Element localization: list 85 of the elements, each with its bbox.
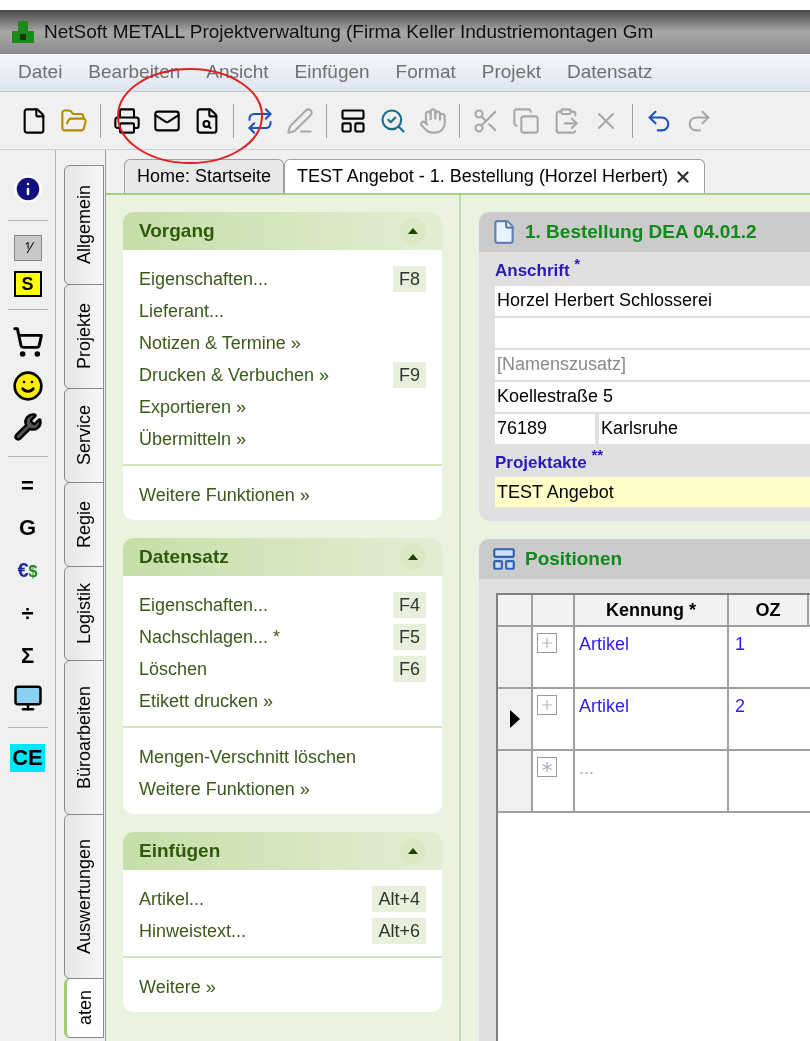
glyph-icon[interactable]: = [21, 471, 34, 501]
cart-icon[interactable] [11, 326, 44, 358]
record-title: 1. Bestellung DEA 04.01.2 [525, 219, 757, 244]
shortcut-label: Alt+6 [372, 918, 426, 944]
section-title: Datensatz [139, 544, 229, 569]
shortcut-label: F4 [393, 592, 426, 618]
monitor-icon[interactable] [12, 683, 43, 713]
task-link[interactable]: Drucken & Verbuchen » [139, 361, 330, 389]
task-link[interactable]: Mengen-Verschnitt löschen [139, 743, 357, 771]
smiley-icon[interactable] [11, 370, 44, 402]
task-link[interactable]: Eigenschaften... [139, 265, 269, 293]
s-icon[interactable]: S [13, 271, 42, 297]
window-title: NetSoft METALL Projektverwaltung (Firma Keller Industriemontagen Gm [44, 19, 654, 44]
text-field[interactable]: Karlsruhe [599, 413, 810, 444]
glyph-icon[interactable]: G [18, 513, 37, 543]
task-link[interactable]: Eigenschaften... [139, 591, 269, 619]
task-link[interactable]: Hinweistext... [139, 917, 247, 945]
task-link[interactable]: Weitere » [139, 973, 216, 1001]
side-tab[interactable]: Logistik [64, 566, 104, 661]
info-icon[interactable] [12, 174, 43, 204]
current-row-icon [509, 710, 520, 728]
fraction-icon[interactable]: ⅟ [13, 235, 42, 261]
column-header[interactable]: Kennung * [575, 595, 729, 625]
text-field[interactable]: Horzel Herbert Schlosserei [495, 285, 810, 316]
side-tab[interactable]: Service [64, 388, 104, 483]
text-field[interactable]: TEST Angebot [495, 477, 810, 507]
field-label: Anschrift $^{*}$ [495, 258, 582, 282]
text-field[interactable]: Koellestraße 5 [495, 381, 810, 412]
menu-item[interactable]: Datei [18, 58, 63, 87]
table-icon [491, 546, 517, 572]
shortcut-label: F6 [393, 656, 426, 682]
collapse-button[interactable] [400, 838, 426, 864]
column-header[interactable]: OZ [729, 595, 809, 625]
collapse-button[interactable] [400, 218, 426, 244]
collapse-button[interactable] [400, 544, 426, 570]
name-suffix-field[interactable]: [Namenszusatz] [495, 349, 810, 380]
expand-icon[interactable] [537, 695, 557, 715]
document-tab[interactable]: TEST Angebot - 1. Bestellung (Horzel Herbert) [284, 159, 705, 193]
table-cell-text: 1 [734, 633, 746, 656]
document-tab[interactable]: Home: Startseite [124, 159, 285, 193]
task-link[interactable]: Exportieren » [139, 393, 247, 421]
ce-icon[interactable]: CE [10, 744, 45, 772]
section-title: Vorgang [139, 218, 215, 243]
table-cell: ... [575, 751, 729, 811]
field-label: Projektakte $^{**}$ [495, 449, 605, 474]
menu-item[interactable]: Einfügen [294, 58, 370, 87]
side-tab[interactable]: Projekte [64, 284, 104, 389]
shortcut-label: F8 [393, 266, 426, 292]
task-link[interactable]: Weitere Funktionen » [139, 481, 310, 509]
document-icon [491, 219, 517, 245]
new-row-icon[interactable] [537, 757, 557, 777]
positions-title: Positionen [525, 546, 623, 571]
expand-icon[interactable] [537, 633, 557, 653]
side-tab[interactable]: aten [64, 978, 104, 1038]
glyph-icon[interactable]: ÷ [21, 599, 34, 629]
menu-item[interactable]: Datensatz [566, 58, 653, 87]
side-tab[interactable]: Regie [64, 482, 104, 567]
table-cell: Artikel [575, 627, 729, 687]
section-title: Einfügen [139, 838, 221, 863]
menu-item[interactable]: Projekt [481, 58, 541, 87]
text-field[interactable] [495, 317, 810, 348]
side-tab[interactable]: Allgemein [64, 165, 104, 285]
task-link[interactable]: Löschen [139, 655, 208, 683]
menu-item[interactable]: Format [395, 58, 456, 87]
task-link[interactable]: Etikett drucken » [139, 687, 274, 715]
text-field[interactable]: 76189 [495, 413, 595, 444]
task-link[interactable]: Weitere Funktionen » [139, 775, 310, 803]
shortcut-label: F9 [393, 362, 426, 388]
row-header[interactable] [498, 689, 533, 749]
task-link[interactable]: Lieferant... [139, 297, 225, 325]
task-link[interactable]: Nachschlagen... * [139, 623, 281, 651]
wrench-icon[interactable] [12, 412, 43, 442]
shortcut-label: Alt+4 [372, 886, 426, 912]
table-cell-text: 2 [734, 695, 746, 718]
menu-item[interactable]: Ansicht [206, 58, 269, 87]
shortcut-label: F5 [393, 624, 426, 650]
table-cell: Artikel [575, 689, 729, 749]
side-tab[interactable]: Auswertungen [64, 814, 104, 979]
task-link[interactable]: Artikel... [139, 885, 204, 913]
currency-icon[interactable]: €$ [17, 555, 38, 587]
task-link[interactable]: Übermitteln » [139, 425, 247, 453]
side-tab[interactable]: Büroarbeiten [64, 660, 104, 815]
task-link[interactable]: Notizen & Termine » [139, 329, 301, 357]
app-logo-icon [10, 19, 36, 45]
glyph-icon[interactable]: Σ [20, 641, 35, 671]
